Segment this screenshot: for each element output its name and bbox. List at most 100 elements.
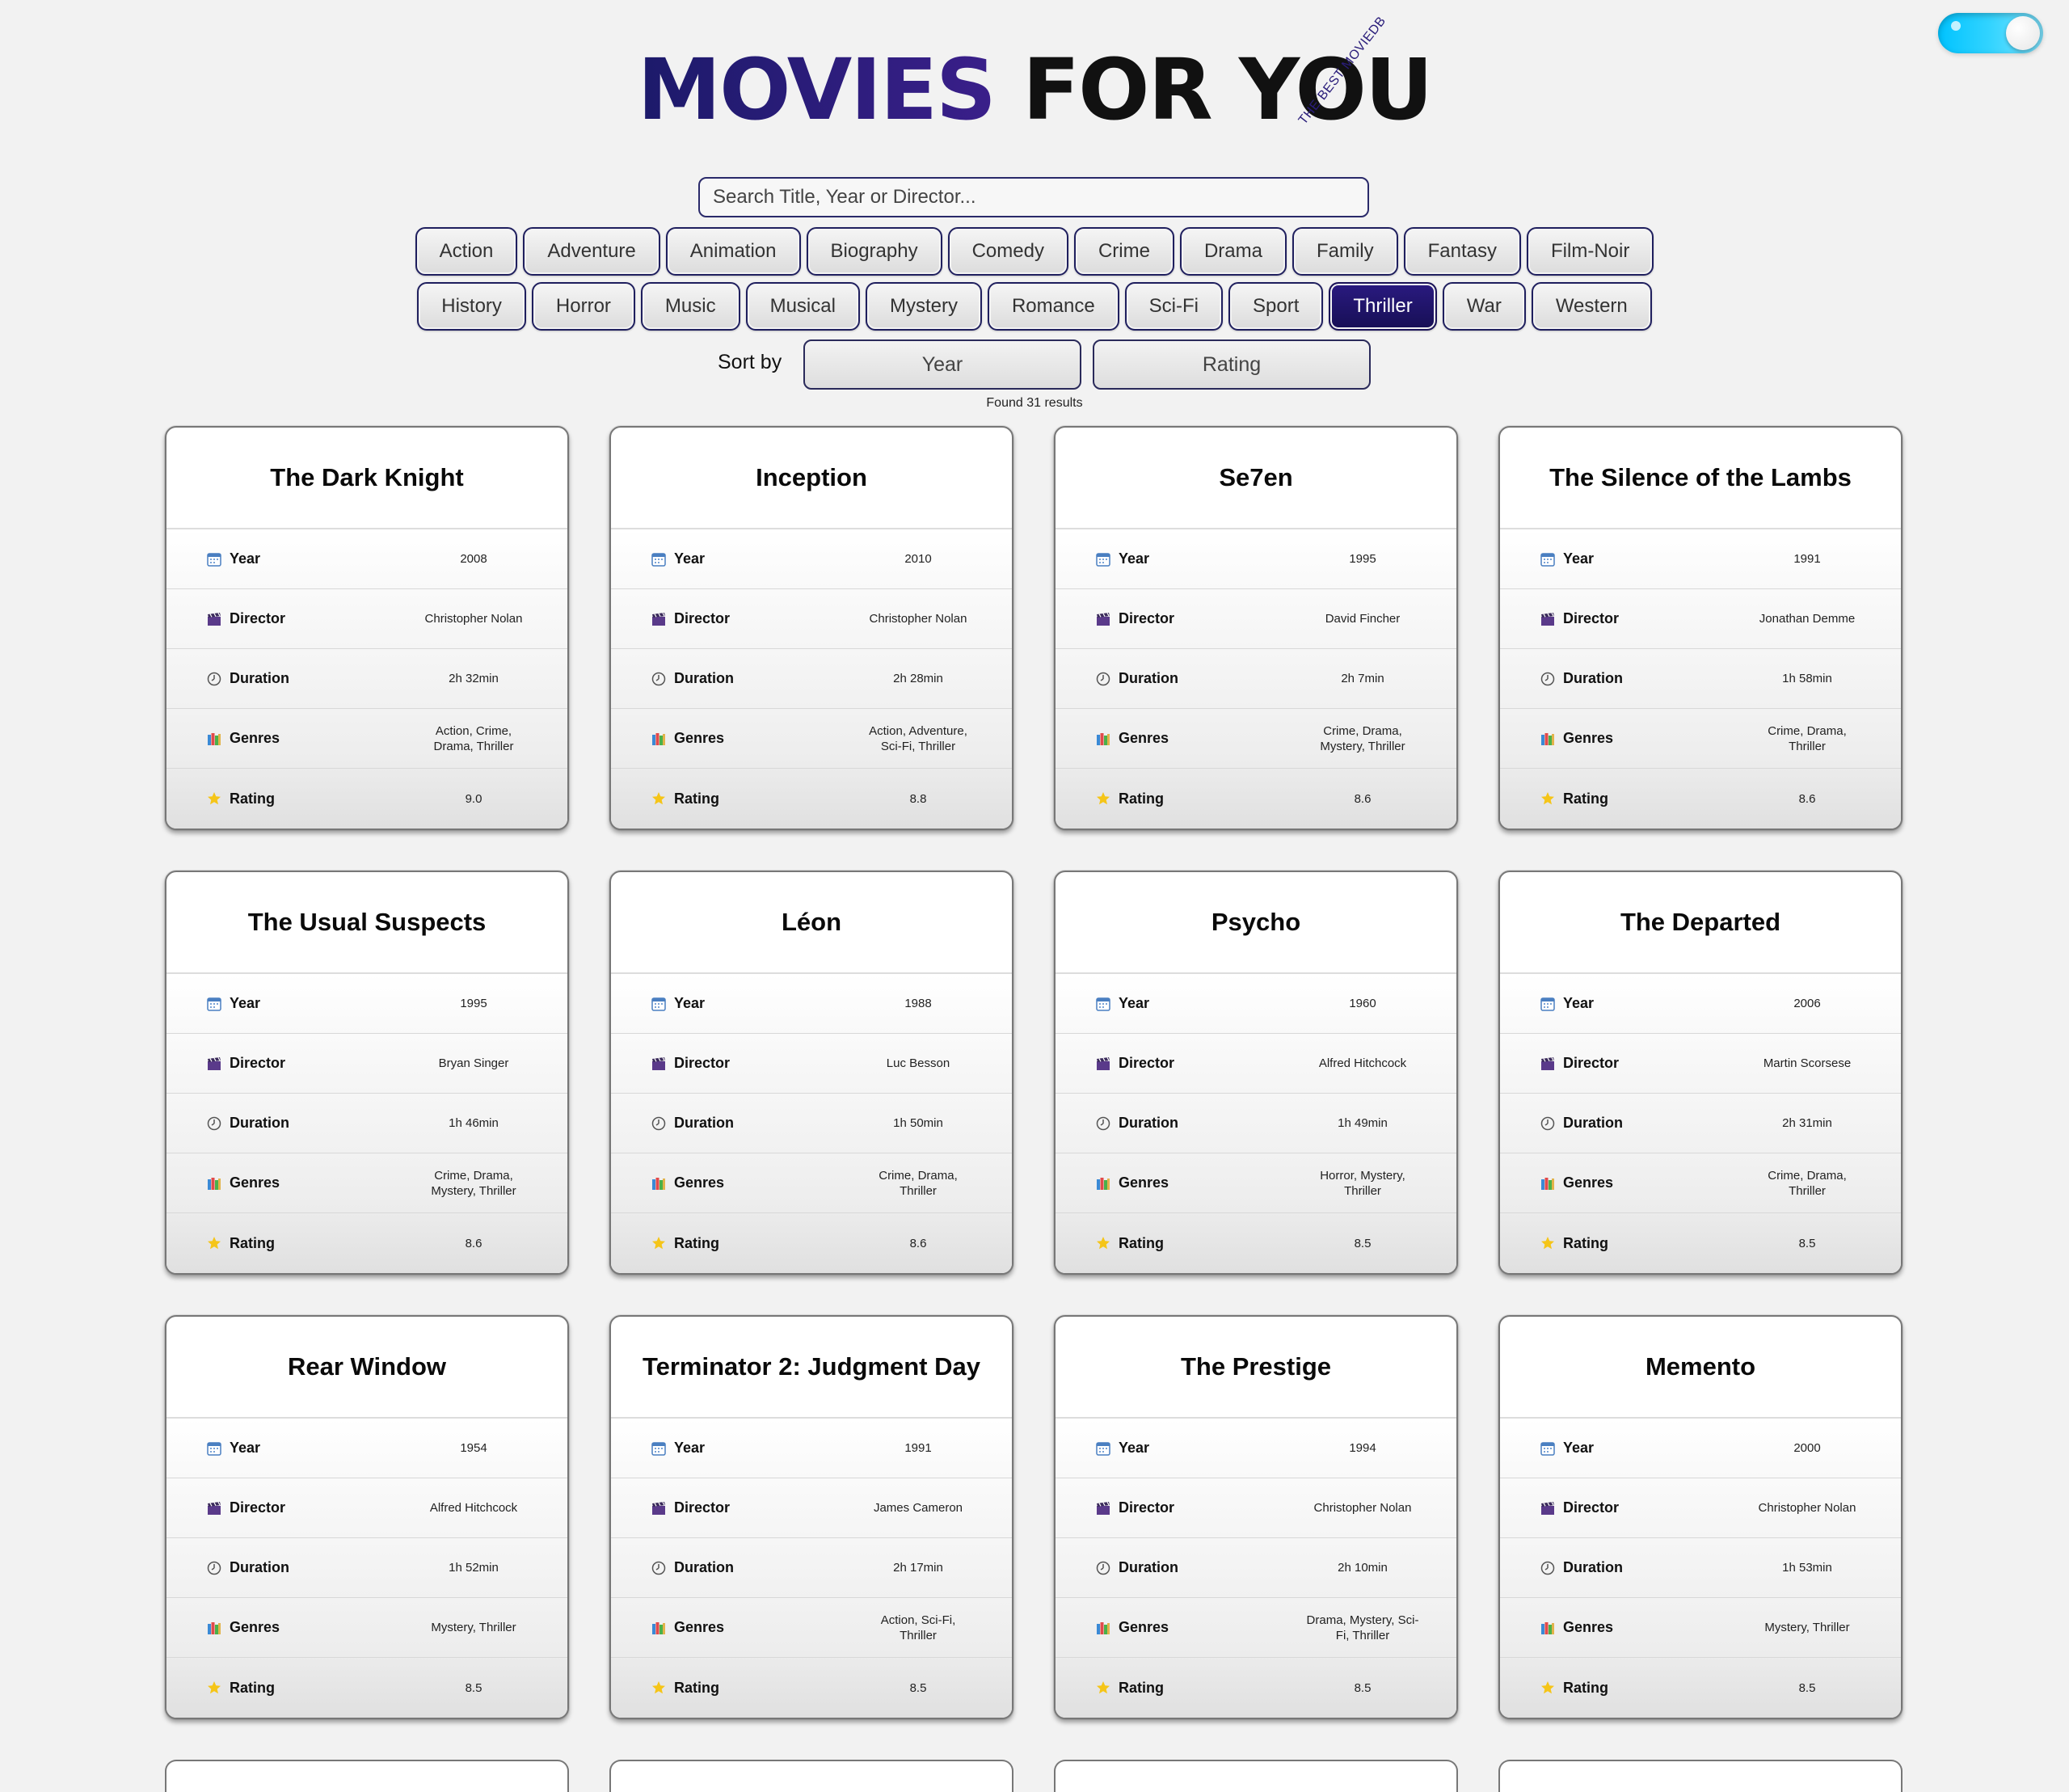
clock-icon bbox=[207, 672, 221, 686]
movie-card[interactable]: Léon Year 1988 Director Luc Besson Duration 1h… bbox=[609, 871, 1013, 1275]
movie-year-label: Year bbox=[651, 550, 862, 567]
movie-genres-row: Genres Crime, Drama, Thriller bbox=[611, 1153, 1012, 1213]
genre-chip-western[interactable]: Western bbox=[1531, 282, 1652, 331]
movie-year-value: 2010 bbox=[904, 552, 932, 566]
movie-director-row: Director Alfred Hitchcock bbox=[1056, 1034, 1456, 1094]
movie-card-partial[interactable] bbox=[1054, 1760, 1458, 1792]
movie-year-value: 1995 bbox=[1349, 552, 1376, 566]
movie-card[interactable]: The Silence of the Lambs Year 1991 Director… bbox=[1498, 426, 1903, 830]
movie-duration-label-text: Duration bbox=[1119, 1115, 1178, 1131]
movie-genres-value: Mystery, Thriller bbox=[1764, 1621, 1850, 1634]
books-icon bbox=[207, 1176, 221, 1191]
clapperboard-icon bbox=[1096, 612, 1110, 626]
movie-duration-value: 2h 7min bbox=[1341, 672, 1384, 685]
movie-grid-next-row bbox=[165, 1760, 1903, 1792]
genre-chip-horror[interactable]: Horror bbox=[531, 282, 635, 331]
movie-card[interactable]: The Departed Year 2006 Director Martin Scors… bbox=[1498, 871, 1903, 1275]
genre-chip-sport[interactable]: Sport bbox=[1228, 282, 1324, 331]
movie-rating-label: Rating bbox=[1096, 1680, 1306, 1697]
movie-rating-row: Rating 9.0 bbox=[166, 769, 567, 829]
movie-rating-label-text: Rating bbox=[230, 1679, 275, 1696]
movie-duration-row: Duration 2h 7min bbox=[1056, 649, 1456, 709]
genre-chip-adventure[interactable]: Adventure bbox=[523, 227, 660, 276]
movie-duration-value: 1h 53min bbox=[1782, 1561, 1832, 1575]
movie-card[interactable]: The Dark Knight Year 2008 Director Christoph… bbox=[165, 426, 569, 830]
calendar-icon bbox=[1096, 1441, 1110, 1456]
movie-year-row: Year 1954 bbox=[166, 1419, 567, 1478]
sort-year-button[interactable]: Year bbox=[803, 339, 1081, 390]
movie-card-partial[interactable] bbox=[165, 1760, 569, 1792]
movie-director-row: Director Martin Scorsese bbox=[1500, 1034, 1901, 1094]
movie-genres-row: Genres Action, Sci-Fi, Thriller bbox=[611, 1598, 1012, 1658]
genre-chip-action[interactable]: Action bbox=[415, 227, 518, 276]
movie-card[interactable]: Inception Year 2010 Director Christopher Nol… bbox=[609, 426, 1013, 830]
movie-rating-row: Rating 8.8 bbox=[611, 769, 1012, 829]
movie-year-label: Year bbox=[1540, 550, 1751, 567]
movie-card[interactable]: Se7en Year 1995 Director David Fincher Durati… bbox=[1054, 426, 1458, 830]
genre-chip-romance[interactable]: Romance bbox=[987, 282, 1119, 331]
genre-chip-history[interactable]: History bbox=[417, 282, 526, 331]
genre-chip-comedy[interactable]: Comedy bbox=[947, 227, 1068, 276]
genre-chip-biography[interactable]: Biography bbox=[806, 227, 942, 276]
sort-rating-button[interactable]: Rating bbox=[1093, 339, 1371, 390]
genre-chip-crime[interactable]: Crime bbox=[1073, 227, 1174, 276]
movie-duration-label-text: Duration bbox=[1563, 1559, 1623, 1575]
genre-chip-thriller[interactable]: Thriller bbox=[1329, 282, 1437, 331]
movie-title: Rear Window bbox=[166, 1317, 567, 1419]
movie-card[interactable]: Psycho Year 1960 Director Alfred Hitchcock Du… bbox=[1054, 871, 1458, 1275]
movie-duration-label-text: Duration bbox=[674, 1115, 734, 1131]
movie-title: The Prestige bbox=[1056, 1317, 1456, 1419]
calendar-icon bbox=[207, 1441, 221, 1456]
movie-card-partial[interactable] bbox=[1498, 1760, 1903, 1792]
clock-icon bbox=[1096, 1561, 1110, 1575]
movie-director-value: Luc Besson bbox=[886, 1056, 950, 1070]
movie-director-label: Director bbox=[1540, 1499, 1751, 1516]
movie-title: The Usual Suspects bbox=[166, 872, 567, 974]
movie-year-value: 1988 bbox=[904, 997, 932, 1010]
movie-year-label: Year bbox=[651, 995, 862, 1012]
movie-duration-label-text: Duration bbox=[674, 1559, 734, 1575]
genre-chip-war[interactable]: War bbox=[1442, 282, 1526, 331]
star-icon bbox=[651, 791, 666, 806]
movie-card[interactable]: The Prestige Year 1994 Director Christopher … bbox=[1054, 1315, 1458, 1719]
genre-chip-fantasy[interactable]: Fantasy bbox=[1403, 227, 1522, 276]
movie-card[interactable]: The Usual Suspects Year 1995 Director Bryan … bbox=[165, 871, 569, 1275]
movie-duration-row: Duration 1h 49min bbox=[1056, 1094, 1456, 1153]
movie-rating-label-text: Rating bbox=[230, 790, 275, 807]
movie-year-row: Year 1991 bbox=[611, 1419, 1012, 1478]
movie-year-value: 1995 bbox=[460, 997, 487, 1010]
calendar-icon bbox=[207, 552, 221, 567]
books-icon bbox=[1540, 732, 1555, 746]
movie-director-label: Director bbox=[1096, 610, 1306, 627]
genre-chip-music[interactable]: Music bbox=[640, 282, 740, 331]
genre-chip-film-noir[interactable]: Film-Noir bbox=[1527, 227, 1654, 276]
movie-genres-label-text: Genres bbox=[230, 730, 280, 746]
star-icon bbox=[207, 791, 221, 806]
movie-director-label-text: Director bbox=[1563, 610, 1620, 626]
movie-duration-label-text: Duration bbox=[1563, 1115, 1623, 1131]
movie-rating-value: 8.5 bbox=[1798, 1680, 1816, 1695]
genre-chip-animation[interactable]: Animation bbox=[665, 227, 801, 276]
movie-rating-label: Rating bbox=[207, 1680, 417, 1697]
genre-chip-musical[interactable]: Musical bbox=[745, 282, 860, 331]
search-input[interactable] bbox=[698, 177, 1369, 217]
genre-chip-sci-fi[interactable]: Sci-Fi bbox=[1124, 282, 1223, 331]
movie-card[interactable]: Memento Year 2000 Director Christopher Nolan… bbox=[1498, 1315, 1903, 1719]
movie-card[interactable]: Terminator 2: Judgment Day Year 1991 Direct… bbox=[609, 1315, 1013, 1719]
movie-year-label: Year bbox=[651, 1440, 862, 1457]
movie-rating-value: 8.5 bbox=[909, 1680, 927, 1695]
movie-director-label-text: Director bbox=[230, 1499, 286, 1516]
movie-year-label-text: Year bbox=[674, 995, 706, 1011]
movie-year-label-text: Year bbox=[1563, 1440, 1595, 1456]
movie-genres-label-text: Genres bbox=[230, 1619, 280, 1635]
movie-duration-value: 2h 31min bbox=[1782, 1116, 1832, 1130]
genre-chip-family[interactable]: Family bbox=[1292, 227, 1398, 276]
movie-card[interactable]: Rear Window Year 1954 Director Alfred Hitchc… bbox=[165, 1315, 569, 1719]
movie-year-label: Year bbox=[207, 1440, 417, 1457]
movie-rating-value: 8.6 bbox=[465, 1236, 482, 1250]
genre-chip-mystery[interactable]: Mystery bbox=[865, 282, 982, 331]
genre-chip-drama[interactable]: Drama bbox=[1179, 227, 1287, 276]
books-icon bbox=[1540, 1621, 1555, 1635]
movie-card-partial[interactable] bbox=[609, 1760, 1013, 1792]
star-icon bbox=[1096, 1680, 1110, 1695]
